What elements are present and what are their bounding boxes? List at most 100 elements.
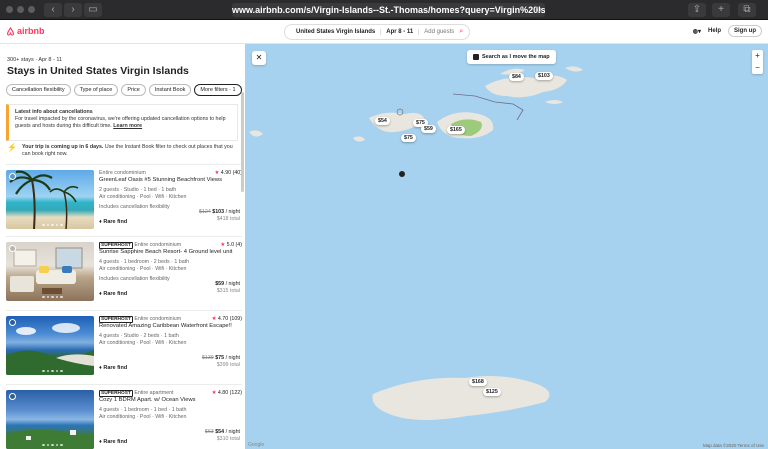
site-header: airbnb United States Virgin Islands Apr … (0, 20, 768, 44)
filter-more[interactable]: More filters · 1 (194, 84, 242, 96)
star-icon: ★ (214, 170, 220, 176)
diamond-icon: ♦ (99, 439, 102, 445)
map-panel[interactable]: ✕ Search as I move the map + − $84 $103 … (245, 44, 768, 449)
rare-find-badge: ♦ Rare find (99, 219, 127, 226)
listing-type: Entire condominium (134, 316, 182, 322)
close-map-button[interactable]: ✕ (252, 51, 266, 65)
maximize-window-icon[interactable] (28, 6, 35, 13)
save-heart-icon[interactable] (9, 393, 16, 400)
forward-icon[interactable]: › (64, 3, 82, 17)
rating-value: 4.80 (217, 390, 229, 396)
rare-find-badge: ♦ Rare find (99, 291, 127, 298)
listing-title[interactable]: Sunrise Sapphire Beach Resort- 4 Ground … (99, 249, 242, 256)
listing-photo[interactable] (6, 242, 94, 301)
listing-type: Entire condominium (99, 170, 146, 176)
review-count: (109) (229, 316, 242, 322)
learn-more-link[interactable]: Learn more (113, 123, 142, 129)
logo-text: airbnb (17, 26, 45, 36)
results-scrollbar[interactable] (241, 92, 244, 192)
globe-icon[interactable]: ◍▾ (693, 28, 701, 35)
diamond-icon: ♦ (99, 365, 102, 371)
listing-amenities: Air conditioning · Pool · Wifi · Kitchen (99, 194, 187, 200)
sidebar-toggle-icon[interactable]: ▭ (84, 3, 102, 17)
living-room-image (10, 247, 83, 294)
listing-price: $59 / night (215, 281, 240, 288)
superhost-badge: SUPERHOST (99, 242, 133, 249)
search-bar[interactable]: United States Virgin Islands Apr 8 - 11 … (284, 24, 471, 40)
search-icon[interactable]: ⌕ (459, 28, 463, 36)
price-pin[interactable]: $54 (375, 117, 390, 125)
current-price: $103 (212, 209, 225, 215)
price-pin[interactable]: $84 (509, 73, 524, 81)
filter-instant-book[interactable]: Instant Book (148, 84, 192, 96)
new-tab-icon[interactable]: + (712, 3, 730, 17)
listing-card[interactable]: SUPERHOST Entire apartment ★ 4.80 (122) … (6, 384, 242, 449)
share-icon[interactable]: ⇪ (688, 3, 706, 17)
listing-total: $399 total (216, 362, 240, 368)
listing-photo[interactable] (6, 390, 94, 449)
listing-title[interactable]: GreenLeaf Oasis #5 Stunning Beachfront V… (99, 177, 242, 184)
filter-cancellation[interactable]: Cancellation flexibility (6, 84, 71, 96)
listing-photo[interactable] (6, 170, 94, 229)
waterfront-image (6, 323, 94, 375)
listing-card[interactable]: SUPERHOST Entire condominium ★ 5.0 (4) S… (6, 236, 242, 301)
superhost-badge: SUPERHOST (99, 390, 133, 397)
stays-count: 300+ stays · Apr 8 - 11 (7, 57, 63, 63)
airbnb-logo[interactable]: airbnb (6, 26, 45, 36)
help-link[interactable]: Help (708, 28, 721, 34)
current-price: $59 (215, 281, 225, 287)
close-window-icon[interactable] (6, 6, 13, 13)
price-pin[interactable]: $75 (401, 134, 416, 142)
review-count: (4) (235, 242, 242, 248)
zoom-in-button[interactable]: + (752, 50, 763, 62)
tabs-overview-icon[interactable]: ⧉ (738, 3, 756, 17)
dates-field[interactable]: Apr 8 - 11 (381, 29, 420, 35)
photo-dots (42, 295, 63, 298)
badge-label: Rare find (103, 219, 128, 225)
listing-price: $63 $54 / night (205, 429, 240, 436)
diamond-icon: ♦ (99, 219, 102, 225)
zoom-controls: + − (752, 50, 763, 74)
listing-price: $139 $75 / night (202, 355, 240, 362)
listing-title[interactable]: Renovated Amazing Caribbean Waterfront E… (99, 323, 242, 330)
search-as-move-toggle[interactable]: Search as I move the map (467, 50, 556, 64)
map-attribution[interactable]: Map data ©2020 Terms of Use (703, 443, 764, 448)
location-field[interactable]: United States Virgin Islands (291, 29, 382, 35)
cancellation-notice: Latest info about cancellations For trav… (6, 104, 238, 141)
save-heart-icon[interactable] (9, 319, 16, 326)
reload-icon[interactable]: ↻ (534, 3, 542, 17)
price-pin[interactable]: $165 (447, 126, 465, 134)
airbnb-logo-icon (7, 26, 14, 36)
listing-rating: ★ 5.0 (4) (220, 242, 242, 249)
listing-card[interactable]: Entire condominium ★ 4.90 (40) GreenLeaf… (6, 164, 242, 230)
back-icon[interactable]: ‹ (44, 3, 62, 17)
filter-bar: Cancellation flexibility Type of place P… (6, 84, 242, 96)
listing-title[interactable]: Cozy 1 BDRM Apart. w/ Ocean Views (99, 397, 242, 404)
signup-button[interactable]: Sign up (728, 25, 762, 37)
url-text: www.airbnb.com/s/Virgin-Islands--St.-Tho… (232, 5, 545, 15)
zoom-out-button[interactable]: − (752, 62, 763, 74)
listing-rating: ★ 4.70 (109) (212, 316, 242, 323)
listing-card[interactable]: SUPERHOST Entire condominium ★ 4.70 (109… (6, 310, 242, 375)
price-pin[interactable]: $125 (483, 388, 501, 396)
price-pin[interactable]: $103 (535, 72, 553, 80)
photo-dots (42, 369, 63, 372)
checkbox-icon[interactable] (473, 54, 479, 60)
guests-field[interactable]: Add guests (419, 29, 459, 35)
price-pin[interactable]: $168 (469, 378, 487, 386)
price-unit: / night (225, 281, 240, 287)
listing-details: 4 guests · 1 bedroom · 2 beds · 1 bath (99, 259, 190, 265)
listing-info: Entire condominium ★ 4.90 (40) GreenLeaf… (99, 170, 242, 230)
old-price: $124 (199, 209, 211, 215)
save-heart-icon[interactable] (9, 173, 16, 180)
listing-photo[interactable] (6, 316, 94, 375)
ocean-view-image (6, 429, 94, 449)
price-pin[interactable]: $59 (421, 125, 436, 133)
save-heart-icon[interactable] (9, 245, 16, 252)
filter-price[interactable]: Price (121, 84, 146, 96)
address-bar[interactable]: www.airbnb.com/s/Virgin-Islands--St.-Tho… (232, 3, 545, 17)
minimize-window-icon[interactable] (17, 6, 24, 13)
trip-text: Your trip is coming up in 6 days. (21, 144, 104, 150)
filter-type-of-place[interactable]: Type of place (73, 84, 119, 96)
browser-toolbar: ‹ › ▭ www.airbnb.com/s/Virgin-Islands--S… (0, 0, 768, 20)
